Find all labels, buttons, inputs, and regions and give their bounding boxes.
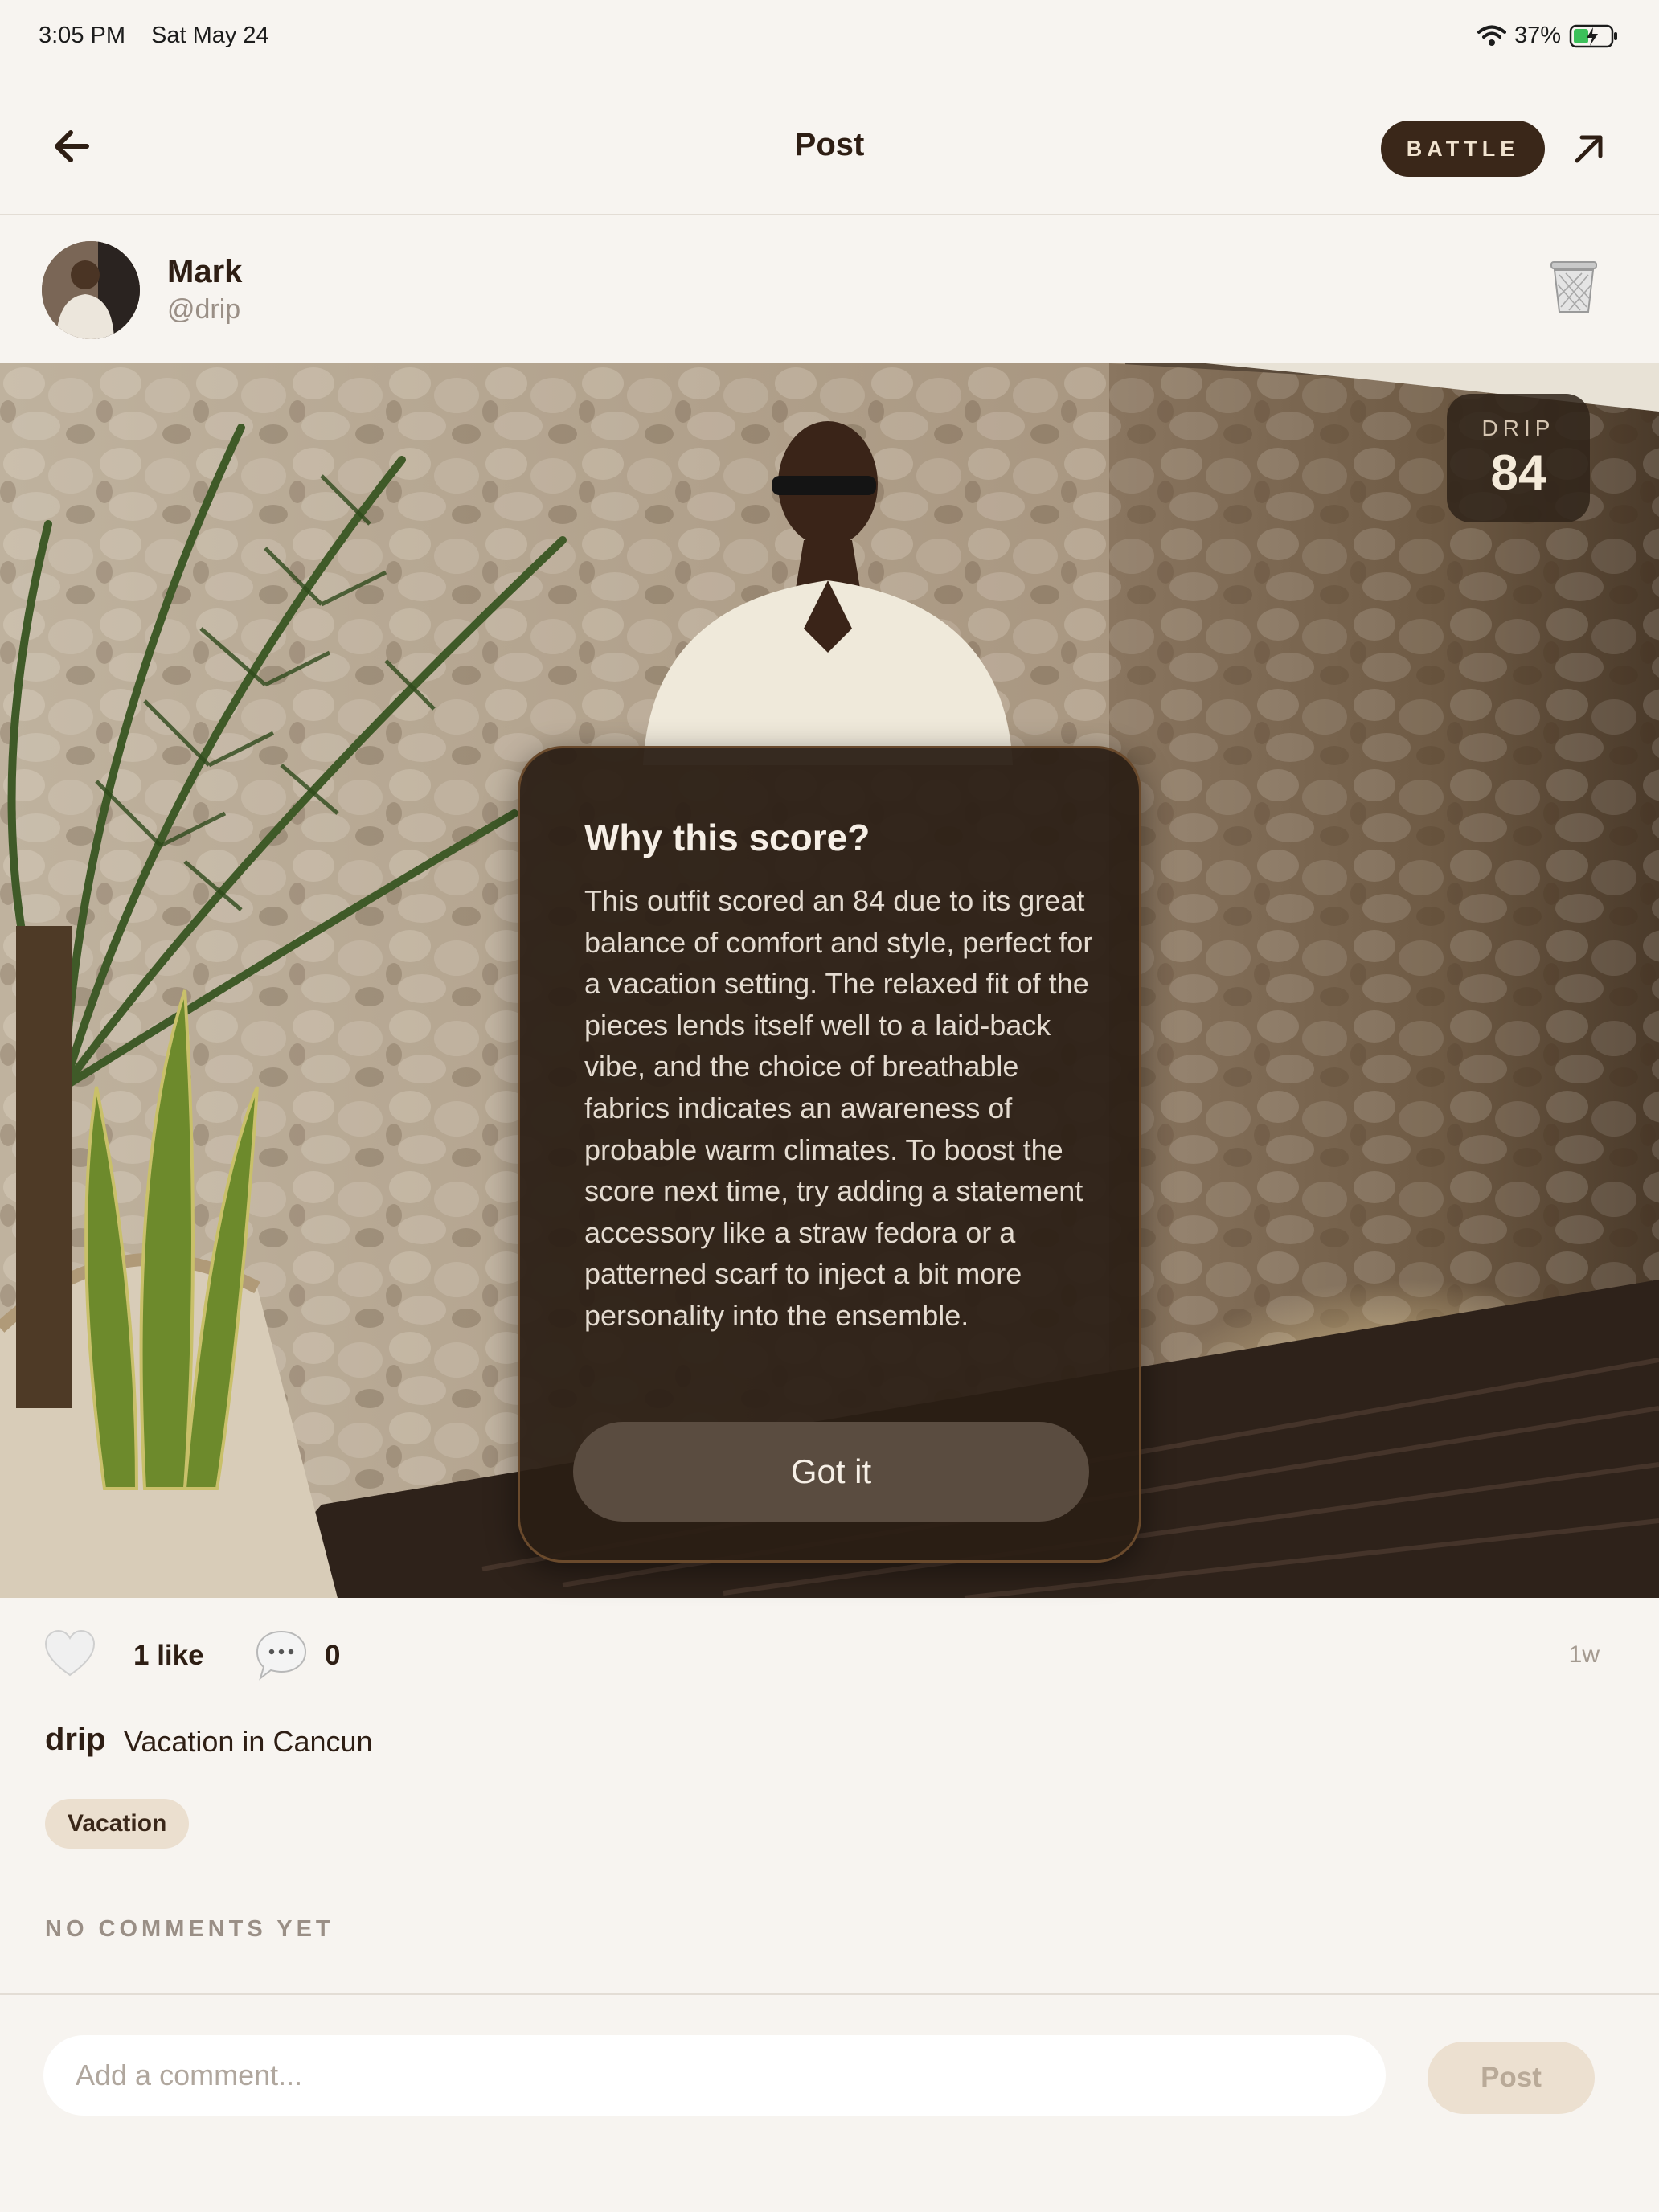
comment-input[interactable] [43, 2035, 1386, 2116]
caption-text: Vacation in Cancun [124, 1725, 373, 1758]
status-date: Sat May 24 [151, 23, 269, 48]
status-indicators: 37% [1477, 23, 1619, 49]
post-timestamp: 1w [1568, 1641, 1600, 1668]
comment-count[interactable]: 0 [325, 1640, 340, 1672]
tag-chip[interactable]: Vacation [45, 1799, 190, 1849]
got-it-button[interactable]: Got it [573, 1422, 1089, 1522]
like-count[interactable]: 1 like [133, 1640, 204, 1672]
caption-username[interactable]: drip [45, 1722, 106, 1758]
comment-bar-divider [0, 1993, 1659, 1995]
score-explanation-modal: Why this score? This outfit scored an 84… [518, 746, 1141, 1563]
no-comments-label: NO COMMENTS YET [45, 1916, 334, 1942]
share-arrow-icon[interactable] [1569, 129, 1609, 169]
battle-button[interactable]: BATTLE [1381, 121, 1545, 177]
like-heart-icon[interactable] [43, 1628, 96, 1678]
battery-charging-icon [1569, 24, 1617, 47]
author-name[interactable]: Mark [167, 254, 242, 290]
status-time: 3:05 PM [39, 23, 125, 48]
drip-score: 84 [1490, 444, 1546, 501]
drip-score-badge[interactable]: DRIP 84 [1447, 394, 1590, 522]
comment-bubble-icon[interactable] [254, 1628, 309, 1682]
wifi-icon [1477, 25, 1506, 46]
nav-divider [0, 214, 1659, 215]
post-comment-button[interactable]: Post [1428, 2042, 1595, 2114]
avatar[interactable] [42, 241, 140, 339]
battery-percent: 37% [1514, 23, 1561, 48]
trash-icon[interactable] [1548, 259, 1600, 315]
modal-title: Why this score? [584, 817, 870, 858]
drip-label: DRIP [1481, 415, 1555, 440]
modal-body: This outfit scored an 84 due to its grea… [584, 884, 1093, 1332]
author-handle[interactable]: @drip [167, 294, 240, 326]
